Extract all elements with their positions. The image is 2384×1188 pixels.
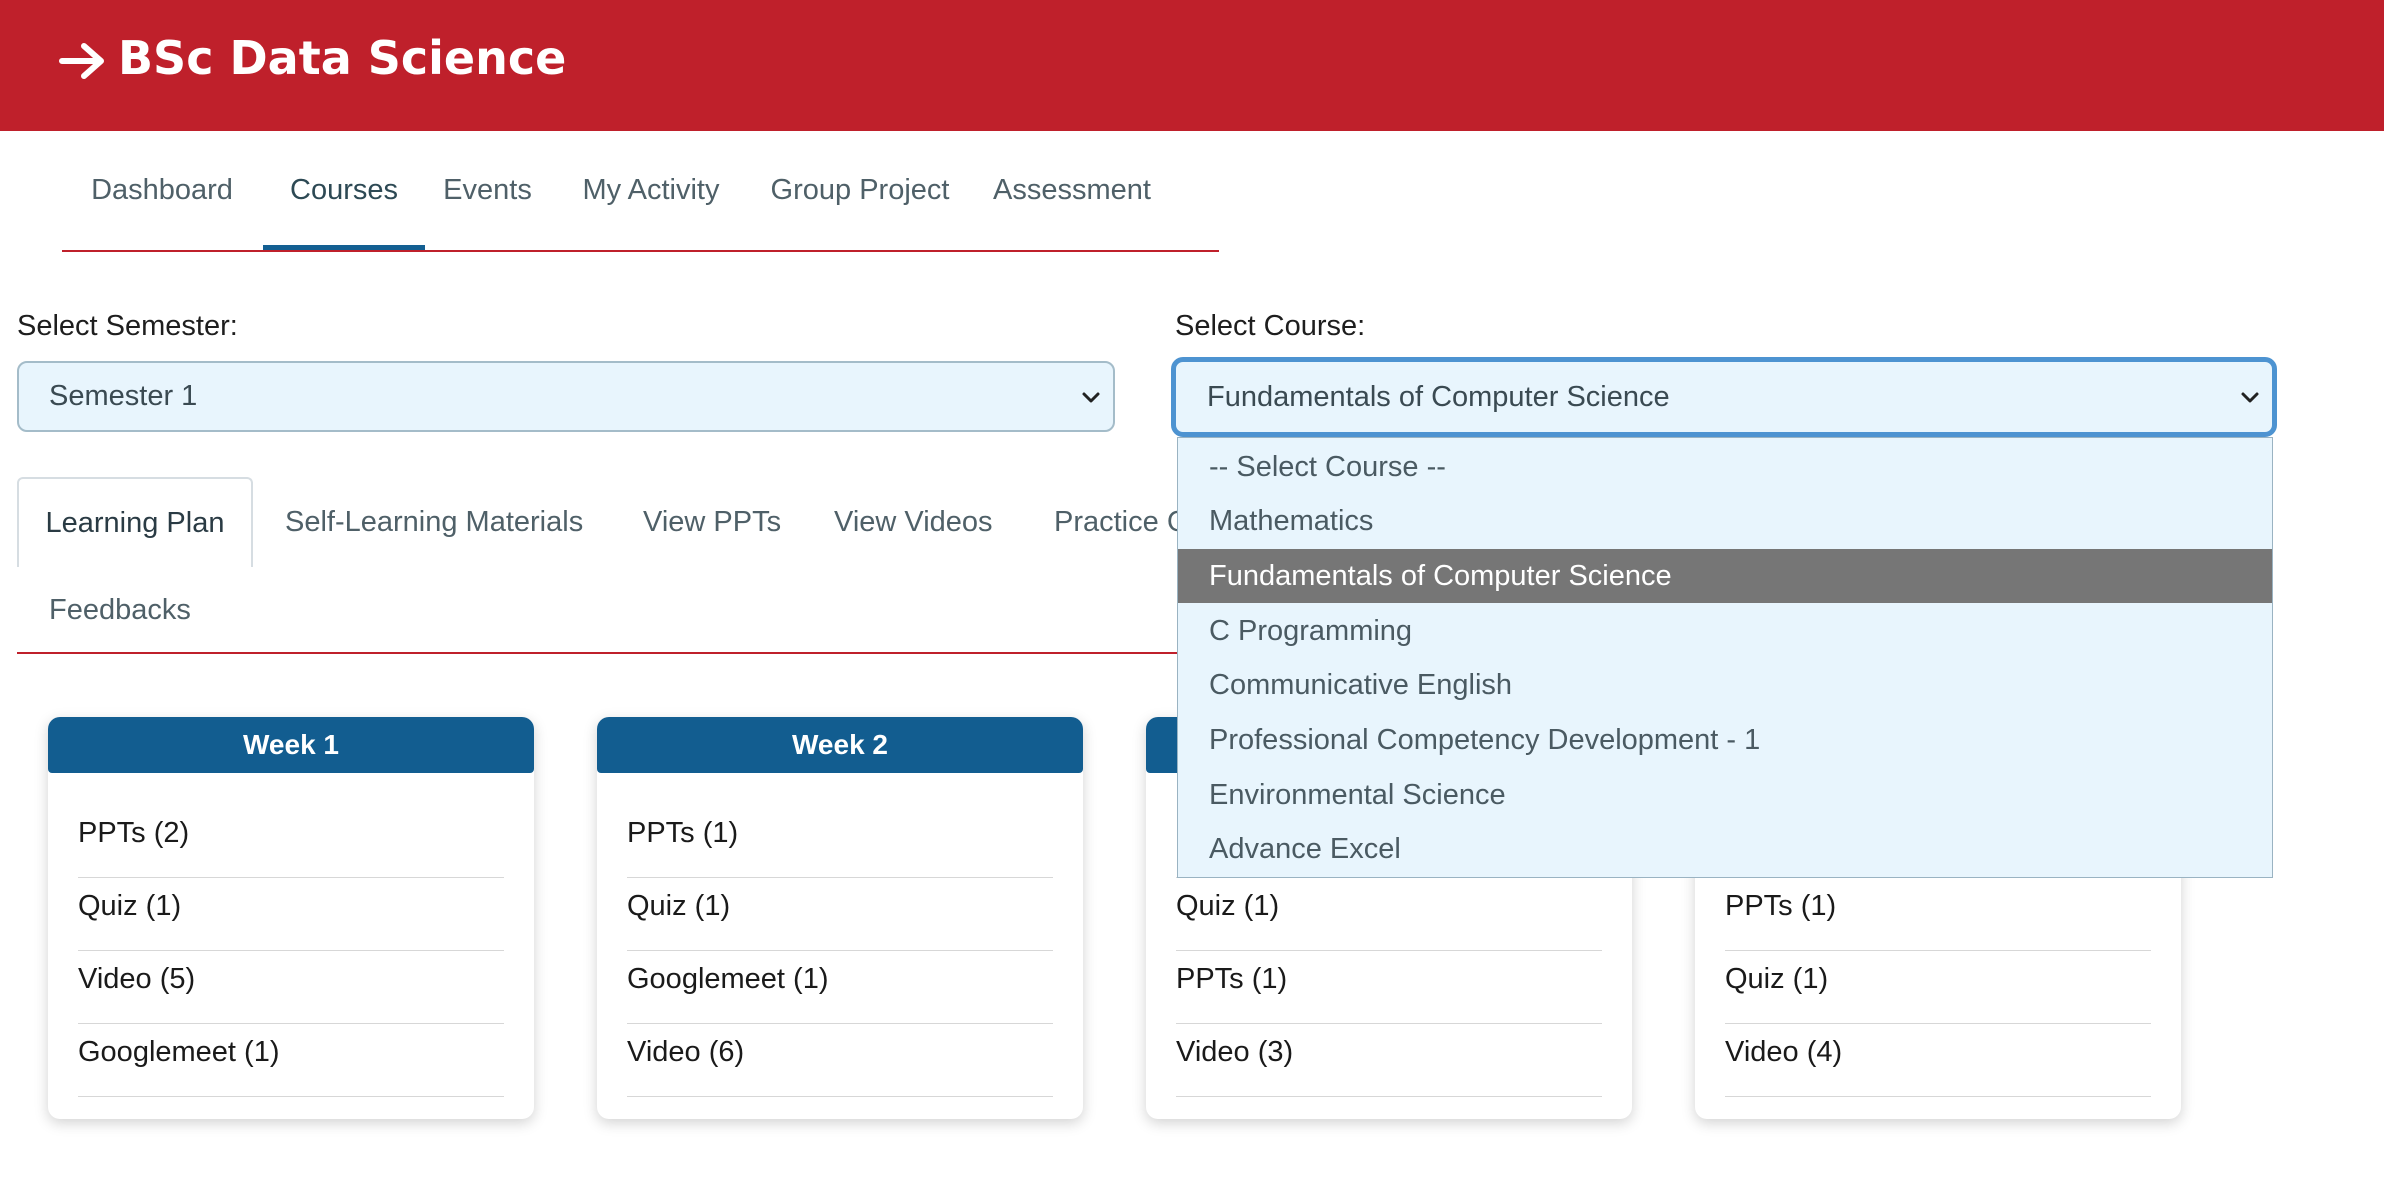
course-select[interactable]: Fundamentals of Computer Science bbox=[1171, 357, 2277, 437]
arrow-right-icon bbox=[58, 38, 108, 79]
week-item[interactable]: PPTs (1) bbox=[1725, 878, 2151, 951]
tab-view-videos[interactable]: View Videos bbox=[834, 478, 993, 566]
week-item[interactable]: Video (6) bbox=[627, 1024, 1053, 1097]
course-option[interactable]: C Programming bbox=[1178, 604, 2272, 658]
course-option-selected[interactable]: Fundamentals of Computer Science bbox=[1178, 549, 2272, 603]
nav-group-project[interactable]: Group Project bbox=[752, 150, 968, 250]
week-item[interactable]: PPTs (1) bbox=[627, 805, 1053, 878]
app-title-text: BSc Data Science bbox=[118, 31, 567, 85]
week-item[interactable]: Video (4) bbox=[1725, 1024, 2151, 1097]
course-dropdown-list: -- Select Course -- Mathematics Fundamen… bbox=[1177, 437, 2273, 878]
nav-courses[interactable]: Courses bbox=[263, 150, 425, 250]
course-option[interactable]: Professional Competency Development - 1 bbox=[1178, 713, 2272, 767]
week-title: Week 1 bbox=[48, 717, 534, 773]
week-item[interactable]: Quiz (1) bbox=[1725, 951, 2151, 1024]
main-nav: Dashboard Courses Events My Activity Gro… bbox=[62, 150, 1219, 252]
chevron-down-icon bbox=[1082, 392, 1100, 402]
nav-dashboard[interactable]: Dashboard bbox=[62, 150, 262, 250]
course-option[interactable]: -- Select Course -- bbox=[1178, 440, 2272, 494]
week-item[interactable]: PPTs (2) bbox=[78, 805, 504, 878]
app-title[interactable]: BSc Data Science bbox=[58, 26, 566, 90]
week-item[interactable]: Video (5) bbox=[78, 951, 504, 1024]
week-item[interactable]: Quiz (1) bbox=[627, 878, 1053, 951]
course-option[interactable]: Environmental Science bbox=[1178, 768, 2272, 822]
course-option[interactable]: Communicative English bbox=[1178, 658, 2272, 712]
week-card: Week 1 PPTs (2) Quiz (1) Video (5) Googl… bbox=[48, 717, 534, 1119]
week-item[interactable]: Quiz (1) bbox=[1176, 878, 1602, 951]
week-item[interactable]: Googlemeet (1) bbox=[78, 1024, 504, 1097]
tab-view-ppts[interactable]: View PPTs bbox=[643, 478, 781, 566]
week-item[interactable]: Googlemeet (1) bbox=[627, 951, 1053, 1024]
course-label: Select Course: bbox=[1175, 310, 1366, 342]
tabs-divider bbox=[17, 652, 1187, 654]
app-header: BSc Data Science bbox=[0, 0, 2384, 131]
semester-select-value: Semester 1 bbox=[49, 380, 198, 412]
nav-assessment[interactable]: Assessment bbox=[968, 150, 1176, 250]
week-item[interactable]: Quiz (1) bbox=[78, 878, 504, 951]
tab-learning-plan[interactable]: Learning Plan bbox=[17, 477, 253, 567]
week-title: Week 2 bbox=[597, 717, 1083, 773]
chevron-down-icon bbox=[2241, 392, 2259, 403]
course-select-value: Fundamentals of Computer Science bbox=[1207, 380, 1670, 413]
tab-self-learning-materials[interactable]: Self-Learning Materials bbox=[285, 478, 583, 566]
week-card: Week 2 PPTs (1) Quiz (1) Googlemeet (1) … bbox=[597, 717, 1083, 1119]
tab-feedbacks[interactable]: Feedbacks bbox=[49, 566, 191, 654]
course-option[interactable]: Advance Excel bbox=[1178, 822, 2272, 876]
semester-select[interactable]: Semester 1 bbox=[17, 361, 1115, 432]
nav-events[interactable]: Events bbox=[425, 150, 550, 250]
week-item[interactable]: Video (3) bbox=[1176, 1024, 1602, 1097]
tab-practice[interactable]: Practice C bbox=[1054, 478, 1188, 566]
nav-my-activity[interactable]: My Activity bbox=[550, 150, 752, 250]
course-option[interactable]: Mathematics bbox=[1178, 494, 2272, 548]
week-item[interactable]: PPTs (1) bbox=[1176, 951, 1602, 1024]
semester-label: Select Semester: bbox=[17, 310, 238, 342]
